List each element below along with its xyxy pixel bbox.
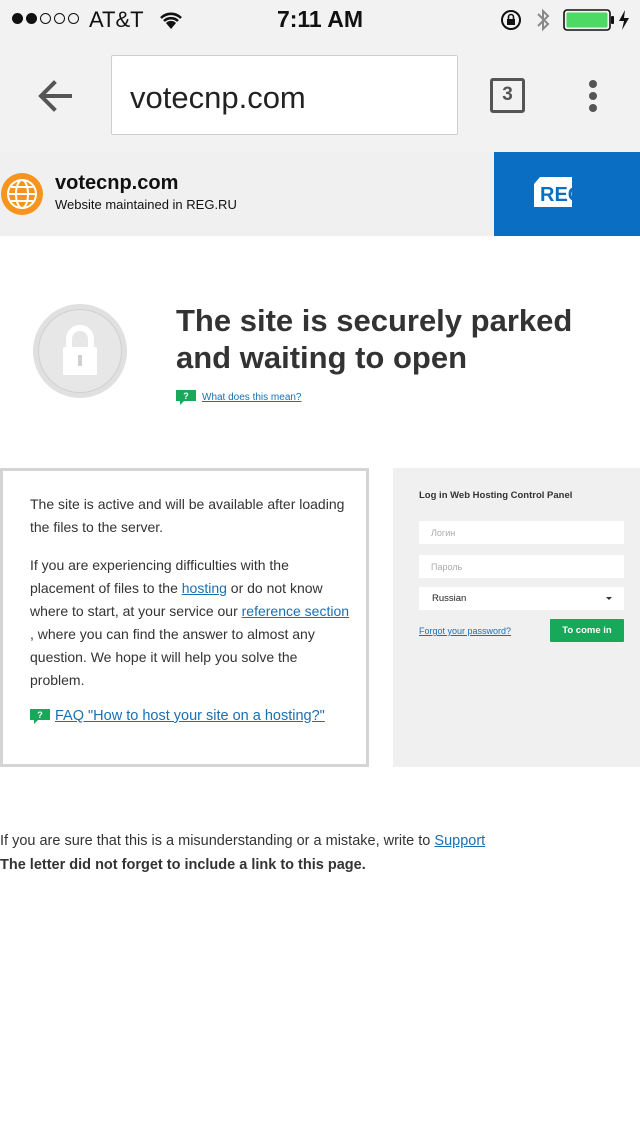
status-bar: AT&T 7:11 AM <box>0 0 640 40</box>
reg-ru-logo: REG.RU <box>540 184 618 207</box>
faq-link[interactable]: ? FAQ "How to host your site on a hostin… <box>30 708 325 724</box>
bluetooth-icon <box>537 8 550 32</box>
question-bubble-icon: ? <box>30 708 50 724</box>
faq-link-label: FAQ "How to host your site on a hosting?… <box>55 708 325 724</box>
login-submit-button[interactable]: To come in <box>550 619 624 642</box>
address-bar-url: votecnp.com <box>130 80 306 115</box>
battery-icon <box>563 9 614 31</box>
support-link[interactable]: Support <box>434 833 485 849</box>
svg-text:?: ? <box>183 391 189 401</box>
globe-icon <box>1 173 43 215</box>
maintained-by: Website maintained in REG.RU <box>55 197 237 212</box>
login-panel: Log in Web Hosting Control Panel Russian… <box>393 468 640 767</box>
support-note: If you are sure that this is a misunders… <box>0 833 485 849</box>
tab-switcher-button[interactable]: 3 <box>490 78 525 113</box>
password-field[interactable] <box>419 555 624 578</box>
reg-ru-logo-text: REG.RU <box>540 184 618 206</box>
info-paragraph-help: If you are experiencing difficulties wit… <box>30 554 350 692</box>
what-does-this-mean-link[interactable]: ? What does this mean? <box>176 390 302 405</box>
help-link-label: What does this mean? <box>202 392 302 404</box>
charging-icon <box>619 10 629 30</box>
svg-text:?: ? <box>37 710 43 720</box>
language-select-value: Russian <box>432 593 467 604</box>
include-link-note: The letter did not forget to include a l… <box>0 857 366 873</box>
site-name: votecnp.com <box>55 172 179 194</box>
reg-ru-logo-block[interactable]: REG.RU <box>494 152 640 236</box>
back-arrow-icon[interactable] <box>36 77 74 115</box>
language-select[interactable]: Russian <box>419 587 624 610</box>
hosting-link[interactable]: hosting <box>182 580 227 596</box>
rotation-lock-icon <box>501 10 521 30</box>
browser-toolbar: votecnp.com 3 <box>0 40 640 153</box>
forgot-password-link[interactable]: Forgot your password? <box>419 626 511 636</box>
page-title: The site is securely parked and waiting … <box>176 303 573 375</box>
info-box: The site is active and will be available… <box>0 468 369 767</box>
padlock-icon <box>33 304 127 398</box>
overflow-menu-icon[interactable] <box>587 79 599 113</box>
info-text: , where you can find the answer to almos… <box>30 626 315 688</box>
question-bubble-icon: ? <box>176 390 196 405</box>
address-bar[interactable]: votecnp.com <box>111 55 458 135</box>
dropdown-caret-icon <box>606 597 612 600</box>
reference-section-link[interactable]: reference section <box>242 603 349 619</box>
login-panel-title: Log in Web Hosting Control Panel <box>419 490 573 501</box>
support-note-text: If you are sure that this is a misunders… <box>0 833 435 849</box>
info-paragraph-active: The site is active and will be available… <box>30 496 345 535</box>
login-field[interactable] <box>419 521 624 544</box>
site-banner: votecnp.com Website maintained in REG.RU… <box>0 152 640 236</box>
